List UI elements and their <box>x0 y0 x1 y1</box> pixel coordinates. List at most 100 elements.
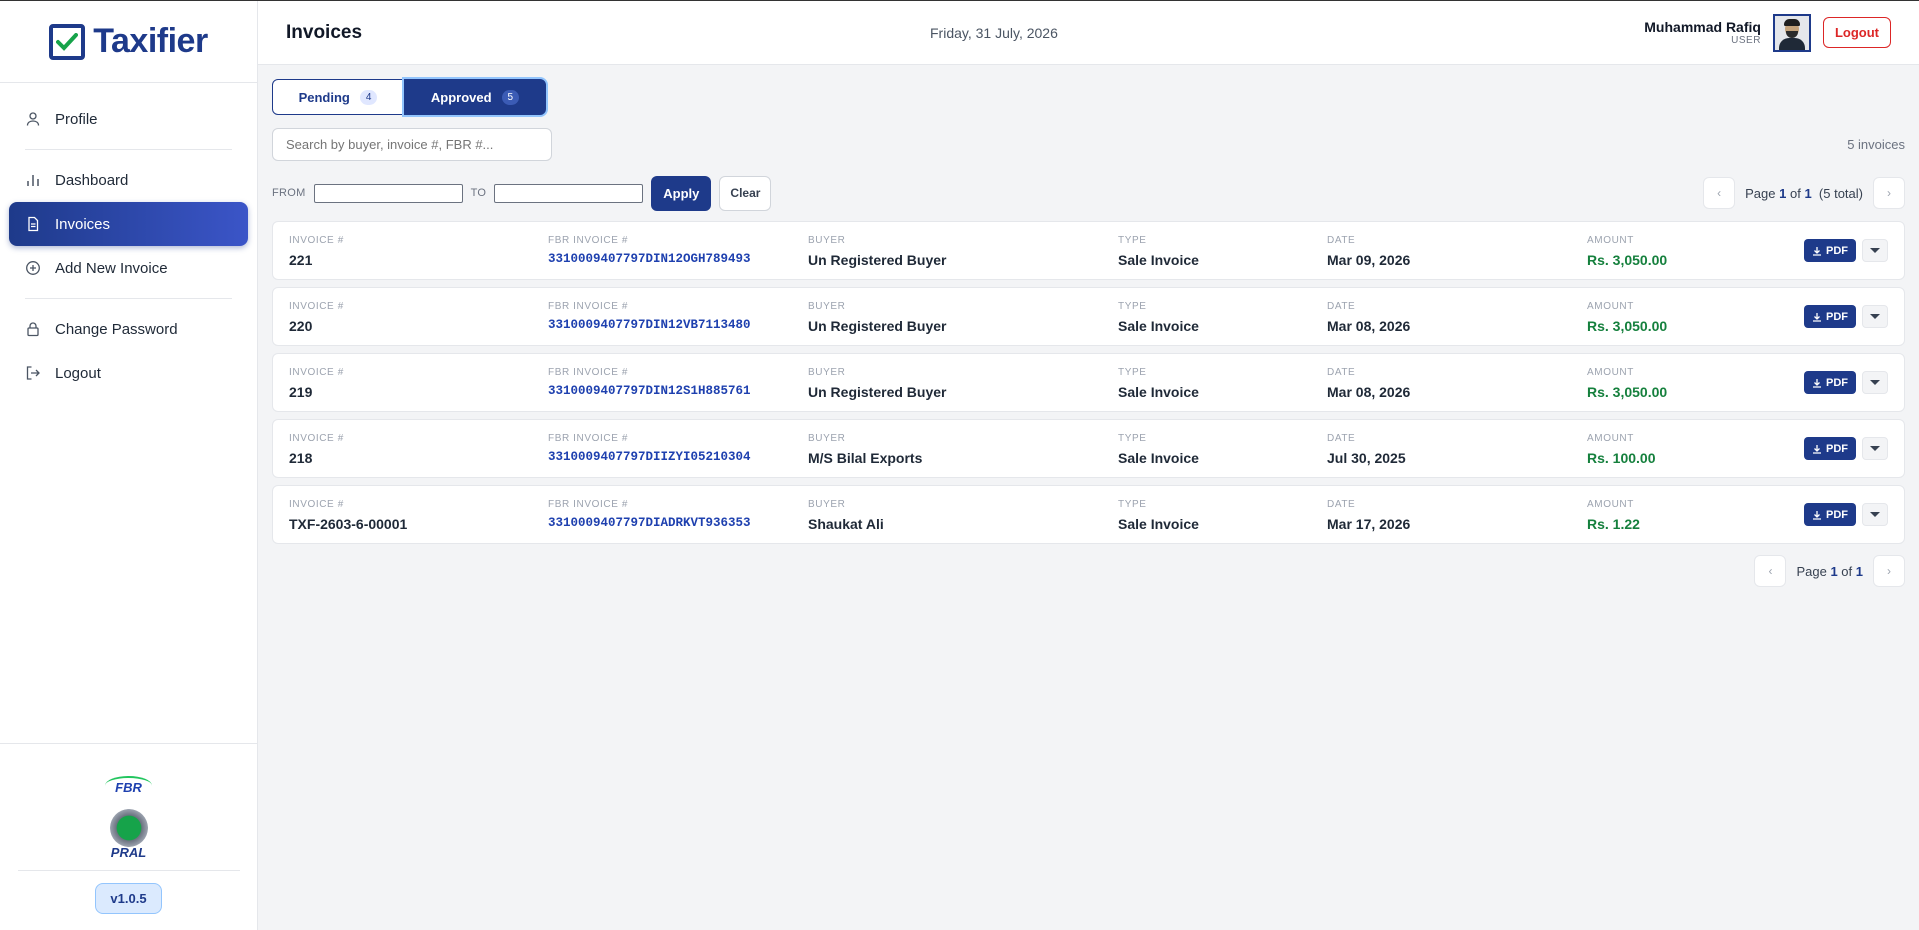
checkbox-logo-icon <box>49 23 86 60</box>
chevron-down-icon <box>1870 512 1880 517</box>
invoice-row[interactable]: INVOICE # 221 FBR INVOICE # 3310009407797D… <box>272 221 1905 280</box>
from-date-input[interactable] <box>313 183 463 203</box>
invoice-number: 219 <box>289 384 313 400</box>
buyer-cell: BUYER Shaukat Ali <box>808 499 884 532</box>
column-label: TYPE <box>1118 367 1147 378</box>
plus-circle-icon <box>26 261 40 275</box>
sidebar: Taxifier Profile Dashboard Invoices Add … <box>0 1 258 930</box>
download-icon <box>1813 510 1821 520</box>
chevron-down-icon <box>1870 446 1880 451</box>
column-label: INVOICE # <box>289 499 344 510</box>
chevron-left-icon: ‹ <box>1717 186 1722 200</box>
pdf-download-button[interactable]: PDF <box>1804 305 1856 328</box>
sidebar-item-invoices[interactable]: Invoices <box>9 202 248 246</box>
buyer-name: M/S Bilal Exports <box>808 450 923 466</box>
invoice-type: Sale Invoice <box>1118 450 1199 466</box>
invoice-row[interactable]: INVOICE # TXF-2603-6-00001 FBR INVOICE # 3… <box>272 485 1905 544</box>
tab-pending[interactable]: Pending 4 <box>272 79 404 115</box>
date-cell: DATE Jul 30, 2025 <box>1327 433 1406 466</box>
invoice-row[interactable]: INVOICE # 219 FBR INVOICE # 3310009407797D… <box>272 353 1905 412</box>
column-label: FBR INVOICE # <box>548 433 629 444</box>
current-date: Friday, 31 July, 2026 <box>930 24 1058 41</box>
row-actions: PDF <box>1804 305 1888 328</box>
column-label: INVOICE # <box>289 235 344 246</box>
buyer-cell: BUYER Un Registered Buyer <box>808 235 946 268</box>
sidebar-item-profile[interactable]: Profile <box>9 97 248 141</box>
document-icon <box>28 216 39 232</box>
column-label: INVOICE # <box>289 433 344 444</box>
more-actions-dropdown[interactable] <box>1862 437 1888 460</box>
top-bar: Invoices Friday, 31 July, 2026 Muhammad … <box>258 1 1919 65</box>
clear-button[interactable]: Clear <box>719 175 772 211</box>
pdf-label: PDF <box>1826 244 1848 257</box>
more-actions-dropdown[interactable] <box>1862 371 1888 394</box>
search-input[interactable] <box>272 128 552 161</box>
pdf-download-button[interactable]: PDF <box>1804 503 1856 526</box>
column-label: TYPE <box>1118 433 1147 444</box>
next-page-button[interactable]: › <box>1873 177 1905 209</box>
prev-page-button[interactable]: ‹ <box>1754 555 1787 587</box>
chevron-down-icon <box>1870 380 1880 385</box>
version-badge: v1.0.5 <box>95 883 162 914</box>
fbr-invoice-number: 3310009407797DIN12S1H885761 <box>548 384 751 398</box>
more-actions-dropdown[interactable] <box>1862 305 1888 328</box>
page-indicator: Page 1 of 1 <box>1796 563 1863 579</box>
type-cell: TYPE Sale Invoice <box>1118 367 1199 400</box>
pdf-download-button[interactable]: PDF <box>1804 437 1856 460</box>
apply-button[interactable]: Apply <box>651 175 712 211</box>
type-cell: TYPE Sale Invoice <box>1118 301 1199 334</box>
pdf-label: PDF <box>1826 508 1848 521</box>
buyer-name: Un Registered Buyer <box>808 318 947 334</box>
column-label: BUYER <box>808 301 846 312</box>
sidebar-item-dashboard[interactable]: Dashboard <box>9 158 248 202</box>
fbr-logo: FBR <box>105 776 152 795</box>
download-icon <box>1813 378 1821 388</box>
buyer-name: Un Registered Buyer <box>808 252 947 268</box>
invoice-row[interactable]: INVOICE # 220 FBR INVOICE # 3310009407797D… <box>272 287 1905 346</box>
pdf-download-button[interactable]: PDF <box>1804 371 1856 394</box>
divider <box>17 870 240 871</box>
fbr-invoice-cell: FBR INVOICE # 3310009407797DIN12S1H885761 <box>548 367 751 398</box>
pdf-download-button[interactable]: PDF <box>1804 239 1856 262</box>
status-tabs: Pending 4 Approved 5 <box>272 79 1905 115</box>
pdf-label: PDF <box>1826 442 1848 455</box>
lock-icon <box>27 322 39 337</box>
tab-approved[interactable]: Approved 5 <box>404 79 546 115</box>
pdf-label: PDF <box>1826 310 1848 323</box>
chevron-right-icon: › <box>1887 564 1891 578</box>
invoice-number-cell: INVOICE # 220 <box>289 301 344 334</box>
logout-button[interactable]: Logout <box>1822 17 1891 48</box>
invoice-number-cell: INVOICE # 218 <box>289 433 344 466</box>
next-page-button[interactable]: › <box>1873 555 1905 587</box>
prev-page-button[interactable]: ‹ <box>1703 177 1736 209</box>
invoice-date: Mar 09, 2026 <box>1327 252 1411 268</box>
sidebar-item-change-password[interactable]: Change Password <box>9 307 248 351</box>
download-icon <box>1813 246 1821 256</box>
chevron-left-icon: ‹ <box>1768 564 1773 578</box>
brand-logo[interactable]: Taxifier <box>0 1 257 83</box>
logout-icon <box>26 366 40 380</box>
column-label: TYPE <box>1118 301 1147 312</box>
count-badge: 5 <box>501 89 520 105</box>
invoice-number-cell: INVOICE # TXF-2603-6-00001 <box>289 499 407 532</box>
row-actions: PDF <box>1804 239 1888 262</box>
date-cell: DATE Mar 09, 2026 <box>1327 235 1410 268</box>
sidebar-item-add-new-invoice[interactable]: Add New Invoice <box>9 246 248 290</box>
column-label: DATE <box>1327 367 1356 378</box>
avatar[interactable] <box>1772 13 1811 52</box>
to-date-input[interactable] <box>494 183 644 203</box>
pdf-label: PDF <box>1826 376 1848 389</box>
invoice-row[interactable]: INVOICE # 218 FBR INVOICE # 3310009407797D… <box>272 419 1905 478</box>
chevron-right-icon: › <box>1887 186 1891 200</box>
sidebar-item-label: Dashboard <box>55 171 129 189</box>
page-indicator: Page 1 of 1 (5 total) <box>1745 185 1863 201</box>
download-icon <box>1813 312 1821 322</box>
sidebar-item-logout[interactable]: Logout <box>9 351 248 395</box>
invoices-content: Pending 4 Approved 5 5 invoices FROM TO … <box>258 65 1919 587</box>
to-label: TO <box>470 187 487 199</box>
divider <box>25 298 232 299</box>
pral-gear-icon <box>109 809 148 847</box>
more-actions-dropdown[interactable] <box>1862 239 1888 262</box>
more-actions-dropdown[interactable] <box>1862 503 1888 526</box>
invoice-type: Sale Invoice <box>1118 516 1199 532</box>
